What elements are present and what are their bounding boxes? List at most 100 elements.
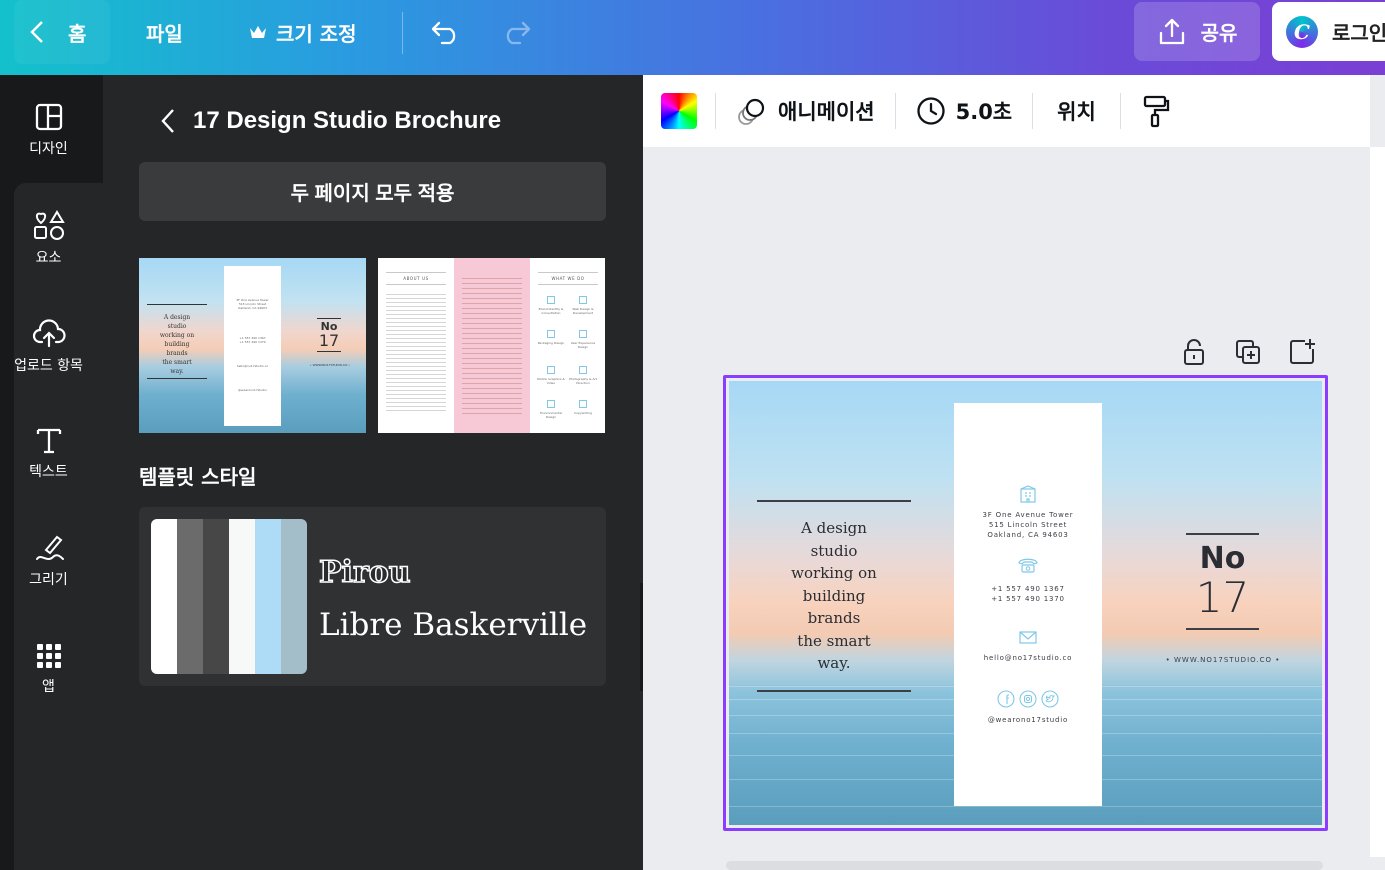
website-text[interactable]: • WWW.NO17STUDIO.CO • — [1149, 656, 1297, 664]
rail-label-elements: 요소 — [35, 250, 62, 266]
thumb2-pink-column — [454, 258, 530, 433]
template-style-card[interactable]: Pirou Libre Baskerville — [139, 507, 606, 686]
shapes-icon — [33, 210, 65, 240]
apply-both-pages-button[interactable]: 두 페이지 모두 적용 — [139, 162, 606, 221]
rail-item-elements[interactable]: 요소 — [0, 209, 97, 267]
text-icon — [36, 428, 61, 454]
draw-icon — [35, 535, 64, 560]
undo-button[interactable] — [430, 0, 462, 64]
resize-label: 크기 조정 — [276, 21, 357, 46]
file-menu-button[interactable]: 파일 — [146, 0, 183, 64]
rail-label-apps: 앱 — [42, 679, 55, 695]
animation-icon — [738, 98, 765, 125]
rail-item-design[interactable]: 디자인 — [0, 102, 97, 158]
phone-icon — [954, 557, 1102, 573]
topbar-divider — [402, 12, 403, 54]
phone-text: +1 557 490 1367 +1 557 490 1370 — [991, 585, 1065, 603]
color-palette — [151, 519, 307, 674]
palette-swatch — [203, 519, 229, 674]
chevron-left-icon — [30, 21, 43, 43]
animation-label: 애니메이션 — [778, 100, 875, 124]
rail-label-uploads: 업로드 항목 — [14, 358, 83, 374]
thumb1-line-bottom — [147, 378, 207, 379]
login-button[interactable]: C 로그인 — [1272, 2, 1385, 61]
position-button[interactable]: 위치 — [1033, 75, 1120, 147]
template-page-thumbnail-1[interactable]: A design studio working on building brands th… — [139, 258, 366, 433]
left-rule-bottom — [757, 690, 911, 692]
animation-button[interactable]: 애니메이션 — [716, 75, 895, 147]
undo-icon — [431, 21, 456, 45]
thumb1-website: • WWW.NO17STUDIO.CO • — [309, 363, 351, 367]
redo-icon — [506, 21, 531, 45]
context-toolbar: 애니메이션 5.0초 위치 — [643, 75, 1370, 147]
font-pair-primary: Pirou — [318, 554, 411, 591]
canva-logo-icon: C — [1286, 15, 1318, 48]
facebook-icon — [997, 690, 1015, 708]
email-text: hello@no17studio.co — [983, 654, 1073, 662]
font-pair-secondary: Libre Baskerville — [319, 607, 588, 643]
rail-item-draw[interactable]: 그리기 — [0, 533, 97, 589]
add-page-icon — [1290, 339, 1315, 364]
duplicate-page-button[interactable] — [1233, 337, 1263, 367]
rail-item-text[interactable]: 텍스트 — [0, 425, 97, 481]
rail-label-draw: 그리기 — [29, 572, 68, 588]
envelope-icon — [954, 629, 1102, 645]
rail-item-apps[interactable]: 앱 — [0, 642, 97, 696]
back-chevron-icon[interactable] — [159, 108, 177, 134]
number-label[interactable]: No — [1186, 544, 1259, 574]
right-rule-bottom — [1186, 628, 1259, 630]
redo-button[interactable] — [500, 0, 532, 64]
left-rule-top — [757, 500, 911, 502]
horizontal-scrollbar[interactable] — [726, 861, 1323, 870]
add-page-button[interactable] — [1287, 337, 1317, 367]
duration-button[interactable]: 5.0초 — [896, 75, 1033, 147]
twitter-icon — [1041, 690, 1059, 708]
duplicate-icon — [1236, 340, 1260, 364]
template-page-thumbnail-2[interactable]: ABOUT US WHAT WE DO Brand Identity & Con… — [378, 258, 605, 433]
file-label: 파일 — [146, 21, 183, 46]
contact-card[interactable]: 3F One Avenue Tower 515 Lincoln Street Oak… — [954, 403, 1102, 806]
home-button[interactable]: 홈 — [14, 0, 110, 64]
panel-header: 17 Design Studio Brochure — [159, 107, 501, 135]
layout-icon — [35, 103, 62, 131]
social-icons — [954, 690, 1102, 708]
number-seventeen[interactable]: 17 — [1186, 576, 1259, 620]
thumb1-line-top — [147, 304, 207, 305]
rail-background-strip — [14, 183, 103, 870]
thumb1-number: 17 — [318, 331, 340, 350]
thumb2-services-column: WHAT WE DO Brand Identity & Consultation… — [530, 258, 605, 433]
brochure-page-background: A design studio working on building brands th… — [729, 381, 1322, 825]
share-button[interactable]: 공유 — [1134, 2, 1260, 61]
thumb1-card: 3F One Avenue Tower 515 Lincoln Street Oak… — [224, 266, 281, 426]
rail-label-text: 텍스트 — [29, 464, 68, 480]
color-picker-button[interactable] — [643, 75, 715, 147]
rail-label-design: 디자인 — [29, 141, 68, 157]
palette-swatch — [229, 519, 255, 674]
palette-swatch — [177, 519, 203, 674]
lock-page-button[interactable] — [1179, 337, 1209, 367]
template-style-heading: 템플릿 스타일 — [139, 465, 257, 489]
palette-swatch — [151, 519, 177, 674]
home-label: 홈 — [68, 21, 87, 46]
thumb2-about-column: ABOUT US — [378, 258, 454, 433]
vertical-scrollbar[interactable] — [1370, 147, 1385, 857]
resize-button[interactable]: 크기 조정 — [248, 0, 357, 64]
social-handle-text: @wearono17studio — [987, 716, 1069, 724]
copy-style-button[interactable] — [1121, 75, 1191, 147]
share-upload-icon — [1159, 18, 1184, 44]
paint-roller-icon — [1143, 95, 1169, 128]
clock-icon — [916, 97, 945, 125]
panel-title: 17 Design Studio Brochure — [193, 107, 502, 134]
apps-grid-icon — [36, 644, 61, 668]
position-label: 위치 — [1057, 100, 1096, 124]
cloud-upload-icon — [32, 319, 66, 348]
palette-swatch — [281, 519, 307, 674]
thumb1-tagline: A design studio working on building brands th… — [159, 314, 195, 375]
right-rule-top — [1186, 533, 1259, 535]
palette-swatch — [255, 519, 281, 674]
brochure-page[interactable]: A design studio working on building brands th… — [723, 375, 1328, 831]
share-label: 공유 — [1200, 21, 1238, 45]
rail-item-uploads[interactable]: 업로드 항목 — [0, 317, 97, 375]
tagline-text[interactable]: A design studio working on building brands th… — [757, 517, 911, 675]
design-panel: 17 Design Studio Brochure 두 페이지 모두 적용 A … — [103, 75, 643, 870]
